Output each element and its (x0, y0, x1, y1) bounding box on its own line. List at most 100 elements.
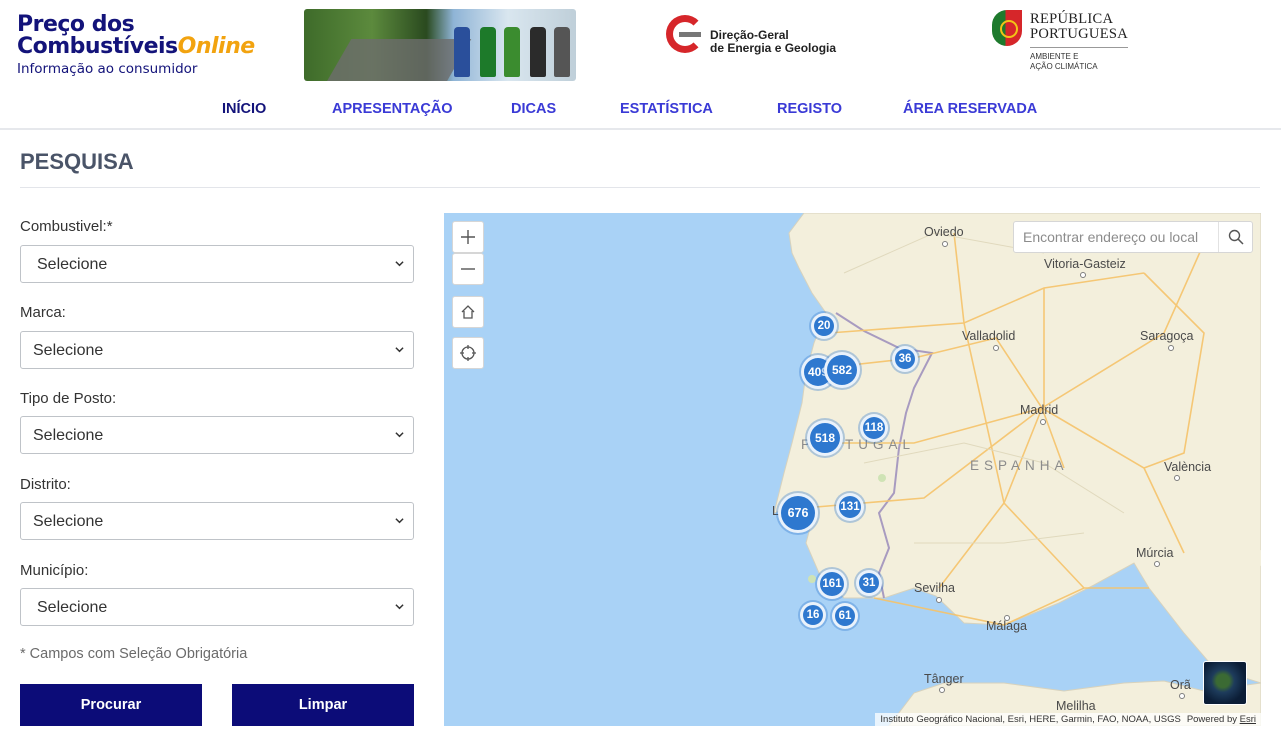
nav-inicio[interactable]: INÍCIO (222, 101, 266, 117)
map-label-vitoria: Vitoria-Gasteiz (1044, 257, 1126, 271)
map-label-malaga: Málaga (986, 619, 1027, 633)
municipio-label: Município: (20, 562, 89, 579)
station-cluster[interactable]: 31 (856, 570, 882, 596)
header-banner-image (304, 9, 576, 81)
combustivel-label: Combustivel:* (20, 218, 113, 235)
chevron-down-icon (395, 347, 404, 353)
minus-icon (461, 268, 475, 270)
station-cluster[interactable]: 36 (892, 346, 918, 372)
station-cluster[interactable]: 582 (824, 352, 860, 388)
site-header: Preço dos CombustíveisOnline Informação … (0, 0, 1281, 130)
map-search-button[interactable] (1218, 222, 1252, 252)
logo-line2: CombustíveisOnline (17, 36, 277, 58)
dgeg-logo[interactable]: Direção-Geral de Energia e Geologia (666, 15, 846, 59)
map-land (773, 213, 1261, 726)
dgeg-logo-icon (666, 15, 704, 53)
distrito-select-value: Selecione (33, 513, 104, 530)
station-cluster[interactable]: 118 (860, 414, 888, 442)
page-title: PESQUISA (20, 149, 134, 174)
map-label-espanha: ESPANHA (970, 458, 1069, 473)
powered-by-text: Powered by (1186, 714, 1237, 725)
logo-line2-main: Combustíveis (17, 34, 178, 59)
station-cluster[interactable]: 161 (817, 569, 847, 599)
city-dot (993, 345, 999, 351)
map-label-valladolid: Valladolid (962, 329, 1016, 343)
chevron-down-icon (395, 518, 404, 524)
banner-nozzle (530, 27, 546, 77)
zoom-in-button[interactable] (452, 221, 484, 253)
city-dot (1040, 419, 1046, 425)
search-button[interactable]: Procurar (20, 684, 202, 726)
banner-nozzle (480, 27, 496, 77)
logo-subtitle: Informação ao consumidor (17, 61, 198, 77)
map-label-madrid: Madrid (1020, 403, 1059, 417)
tipo-posto-select-value: Selecione (33, 427, 104, 444)
station-cluster[interactable]: 676 (778, 493, 818, 533)
home-button[interactable] (452, 296, 484, 328)
banner-nozzle (504, 27, 520, 77)
chevron-down-icon (395, 604, 404, 610)
search-icon (1228, 229, 1244, 245)
city-dot (1004, 615, 1010, 621)
chevron-down-icon (395, 432, 404, 438)
combustivel-select-value: Selecione (37, 256, 108, 273)
required-fields-note: * Campos com Seleção Obrigatória (20, 646, 248, 662)
map-attribution: Instituto Geográfico Nacional, Esri, HER… (875, 713, 1261, 726)
dgeg-line2: de Energia e Geologia (710, 41, 837, 55)
republica-line2: PORTUGUESA (1030, 26, 1129, 42)
station-cluster[interactable]: 16 (800, 602, 826, 628)
nav-apresentacao[interactable]: APRESENTAÇÃO (332, 101, 453, 117)
logo-online-accent: Online (177, 34, 256, 59)
republica-portuguesa-logo[interactable]: REPÚBLICA PORTUGUESA AMBIENTE E AÇÃO CLI… (992, 10, 1142, 74)
stations-map[interactable]: Oviedo Vitoria-Gasteiz Valladolid Sarago… (444, 213, 1261, 726)
tipo-posto-select[interactable]: Selecione (20, 416, 414, 454)
dgeg-logo-text: Direção-Geral de Energia e Geologia (710, 29, 836, 55)
station-cluster[interactable]: 20 (811, 313, 837, 339)
map-label-saragoca: Saragoça (1140, 329, 1194, 343)
marca-select-value: Selecione (33, 342, 104, 359)
plus-icon (461, 230, 475, 244)
republica-subtitle: AMBIENTE E AÇÃO CLIMÁTICA (1030, 52, 1098, 72)
zoom-out-button[interactable] (452, 253, 484, 285)
republica-line1: REPÚBLICA (1030, 11, 1114, 27)
nav-registo[interactable]: REGISTO (777, 101, 842, 117)
locate-button[interactable] (452, 337, 484, 369)
esri-link[interactable]: Esri (1240, 714, 1256, 725)
marca-label: Marca: (20, 304, 66, 321)
combustivel-select[interactable]: Selecione (20, 245, 414, 283)
station-cluster[interactable]: 61 (832, 603, 858, 629)
tipo-posto-label: Tipo de Posto: (20, 390, 117, 407)
city-dot (939, 687, 945, 693)
distrito-label: Distrito: (20, 476, 71, 493)
station-cluster[interactable]: 518 (807, 420, 843, 456)
nav-area-reservada[interactable]: ÁREA RESERVADA (903, 101, 1037, 117)
site-logo[interactable]: Preço dos CombustíveisOnline Informação … (17, 12, 277, 78)
republica-sub1: AMBIENTE E (1030, 52, 1079, 61)
map-label-valencia: València (1164, 460, 1212, 474)
clear-button[interactable]: Limpar (232, 684, 414, 726)
municipio-select[interactable]: Selecione (20, 588, 414, 626)
nav-dicas[interactable]: DICAS (511, 101, 556, 117)
marca-select[interactable]: Selecione (20, 331, 414, 369)
city-dot (942, 241, 948, 247)
nav-estatistica[interactable]: ESTATÍSTICA (620, 101, 713, 117)
attribution-text: Instituto Geográfico Nacional, Esri, HER… (880, 714, 1181, 725)
republica-title: REPÚBLICA PORTUGUESA (1030, 12, 1128, 42)
city-dot (1179, 693, 1185, 699)
distrito-select[interactable]: Selecione (20, 502, 414, 540)
map-search-input[interactable] (1014, 222, 1218, 252)
home-icon (461, 305, 475, 319)
title-divider (20, 187, 1260, 188)
map-label-ora: Orã (1170, 678, 1191, 692)
republica-divider (1030, 47, 1128, 48)
map-label-melilha: Melilha (1056, 699, 1096, 713)
city-dot (936, 597, 942, 603)
map-search-box (1013, 221, 1253, 253)
map-label-sevilha: Sevilha (914, 581, 955, 595)
republica-sub2: AÇÃO CLIMÁTICA (1030, 62, 1098, 71)
station-cluster[interactable]: 131 (836, 493, 864, 521)
basemap-toggle-button[interactable] (1203, 661, 1247, 705)
map-label-tanger: Tânger (924, 672, 964, 686)
city-dot (1168, 345, 1174, 351)
logo-line1: Preço dos (17, 12, 135, 37)
